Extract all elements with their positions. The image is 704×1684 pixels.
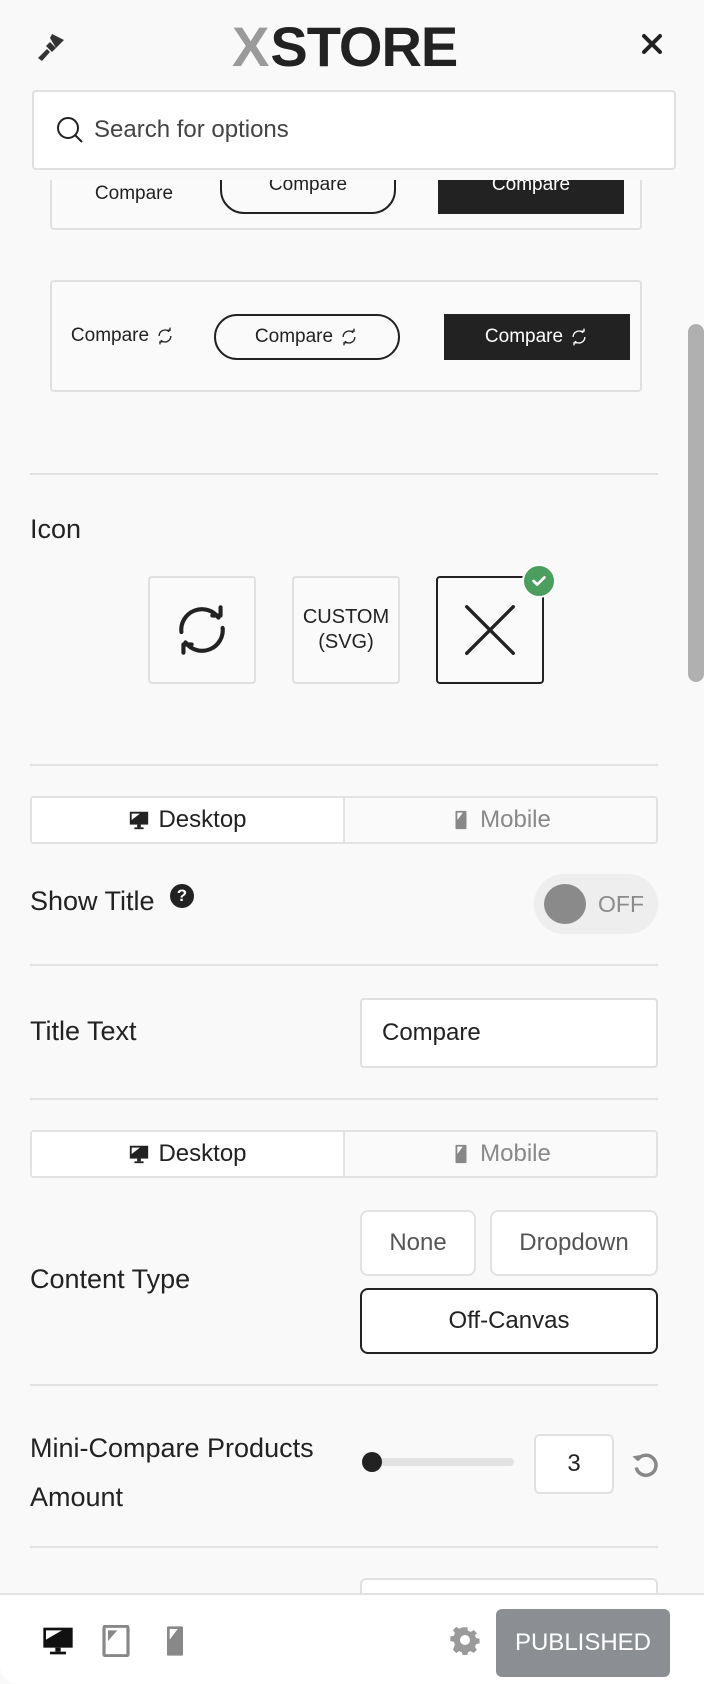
desktop-preview-icon[interactable] (42, 1625, 74, 1657)
icon-option-custom-svg[interactable]: CUSTOM (SVG) (292, 576, 400, 684)
section-divider (30, 1384, 658, 1386)
sync-icon (342, 328, 356, 346)
slider-thumb[interactable] (362, 1452, 382, 1472)
tab-mobile-label: Mobile (480, 1140, 551, 1167)
toggle-knob (544, 884, 586, 924)
desktop-icon (130, 1145, 149, 1164)
selected-check-icon (522, 564, 556, 598)
close-x-icon (465, 605, 515, 655)
show-title-label: Show Title (30, 886, 155, 916)
show-title-toggle[interactable]: OFF (534, 874, 658, 934)
sync-icon (572, 328, 586, 346)
sync-arrows-icon (179, 605, 225, 655)
section-divider (30, 764, 658, 766)
content-type-dropdown[interactable]: Dropdown (490, 1210, 658, 1276)
search-bar[interactable] (32, 90, 676, 170)
search-icon (57, 117, 83, 143)
tab-mobile[interactable]: Mobile (343, 1132, 656, 1176)
tab-desktop[interactable]: Desktop (32, 1132, 343, 1176)
tab-desktop-label: Desktop (158, 806, 247, 833)
tab-desktop[interactable]: Desktop (32, 798, 343, 842)
section-divider (30, 1098, 658, 1100)
preview-label: Compare (254, 326, 334, 347)
search-input[interactable] (94, 116, 674, 144)
mobile-icon (455, 1144, 467, 1164)
icon-option-close[interactable] (436, 564, 556, 684)
custom-svg-label: CUSTOM (SVG) (303, 605, 389, 655)
custom-svg-line2: (SVG) (318, 631, 374, 653)
icon-section-label: Icon (30, 514, 82, 544)
device-tabs: Desktop Mobile (30, 1130, 658, 1178)
title-text-label: Title Text (30, 1016, 137, 1046)
section-divider (30, 964, 658, 966)
mobile-icon (455, 810, 467, 830)
customizer-header: X STORE (0, 0, 704, 180)
logo-text: STORE (270, 14, 458, 78)
preview-dark-button-with-icon: Compare (444, 314, 630, 360)
section-divider (30, 1546, 658, 1548)
content-type-off-canvas[interactable]: Off-Canvas (360, 1288, 658, 1354)
logo-mark: X (232, 14, 269, 78)
help-icon[interactable]: ? (170, 884, 194, 908)
mini-compare-amount-label: Mini-Compare Products Amount (30, 1424, 314, 1522)
sync-icon (158, 327, 172, 345)
mobile-preview-icon[interactable] (164, 1625, 186, 1657)
preview-label: Compare (484, 326, 564, 347)
xstore-logo: X STORE (232, 14, 458, 78)
preview-plain-text: Compare (64, 182, 204, 206)
content-type-none[interactable]: None (360, 1210, 476, 1276)
device-tabs: Desktop Mobile (30, 796, 658, 844)
publish-button[interactable]: PUBLISHED (496, 1609, 670, 1677)
button-style-with-icon-preview-card[interactable]: Compare Compare Compare (50, 280, 642, 392)
mini-compare-slider[interactable] (362, 1452, 514, 1472)
label-line2: Amount (30, 1482, 124, 1512)
desktop-icon (130, 811, 149, 830)
title-text-input[interactable] (360, 998, 658, 1068)
preview-pill-button-with-icon: Compare (214, 314, 400, 360)
mini-compare-amount-input[interactable] (534, 1434, 614, 1494)
preview-label: Compare (70, 325, 150, 346)
toggle-state: OFF (598, 891, 644, 917)
preview-plain-text-with-icon: Compare (68, 316, 178, 356)
section-divider (30, 473, 658, 475)
tab-mobile[interactable]: Mobile (343, 798, 656, 842)
preview-label: Compare (94, 183, 174, 204)
customizer-footer: PUBLISHED (0, 1593, 704, 1684)
gear-icon[interactable] (450, 1625, 480, 1655)
scrollbar-thumb[interactable] (688, 324, 704, 682)
custom-svg-line1: CUSTOM (302, 606, 390, 628)
icon-option-sync[interactable] (148, 576, 256, 684)
tablet-preview-icon[interactable] (102, 1625, 130, 1657)
content-type-label: Content Type (30, 1264, 191, 1294)
close-icon[interactable] (636, 28, 668, 60)
customizer-panel: Compare Compare Compare Compare Compare … (0, 0, 704, 1684)
paint-brush-icon[interactable] (34, 28, 70, 64)
label-line1: Mini-Compare Products (30, 1433, 314, 1463)
tab-mobile-label: Mobile (480, 806, 551, 833)
tab-desktop-label: Desktop (158, 1140, 247, 1167)
reset-icon[interactable] (630, 1450, 660, 1480)
